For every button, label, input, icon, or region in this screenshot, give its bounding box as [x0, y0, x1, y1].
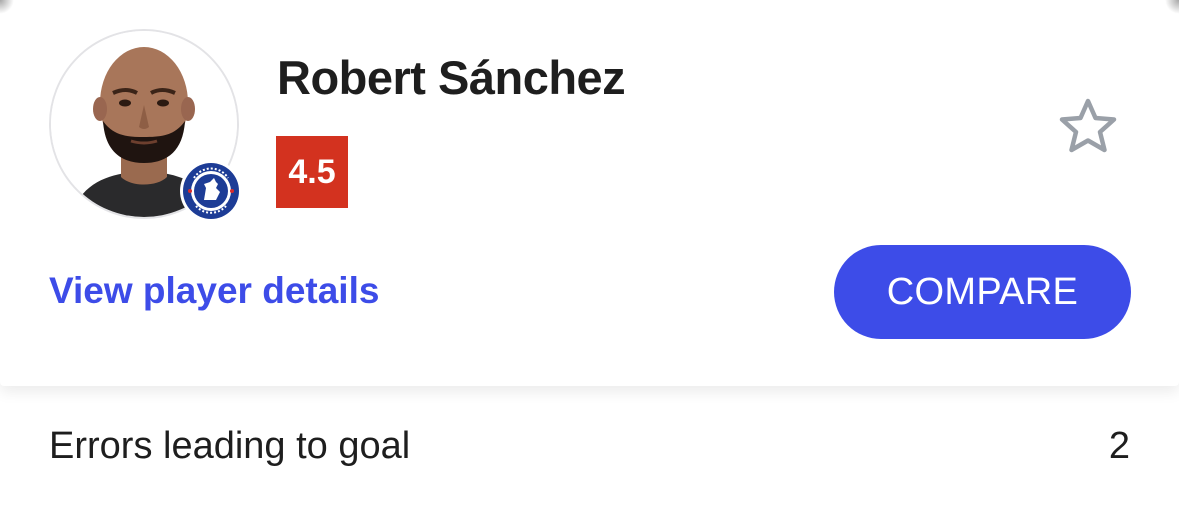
player-card: Robert Sánchez 4.5 View player details C…	[0, 0, 1179, 386]
stat-label: Errors leading to goal	[49, 425, 411, 467]
player-name: Robert Sánchez	[277, 51, 626, 104]
view-player-details-link[interactable]: View player details	[49, 270, 379, 312]
chelsea-crest-icon	[180, 160, 242, 222]
rating-badge: 4.5	[276, 136, 348, 208]
star-outline-icon[interactable]	[1056, 96, 1120, 156]
stat-value: 2	[1108, 425, 1130, 467]
card-edge-shade	[0, 0, 1179, 14]
compare-button[interactable]: COMPARE	[834, 245, 1131, 339]
stat-row: Errors leading to goal 2	[0, 386, 1179, 512]
player-page: Robert Sánchez 4.5 View player details C…	[0, 0, 1179, 512]
